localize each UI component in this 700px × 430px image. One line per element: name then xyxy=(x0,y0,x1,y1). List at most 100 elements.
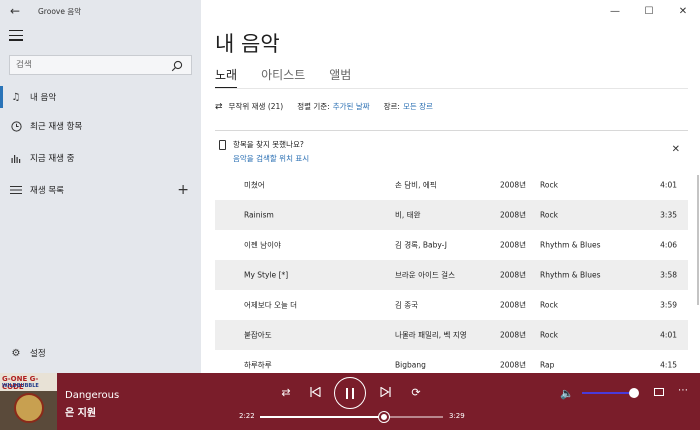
album-art[interactable]: G-ONE G-CODE WILDBUBBLE xyxy=(0,373,57,430)
total-time: 3:29 xyxy=(449,412,465,420)
song-title: My Style [*] xyxy=(244,270,289,280)
sidebar-item-label: 내 음악 xyxy=(30,93,57,103)
song-row[interactable]: My Style [*] 브라운 아이드 걸스 2008년 Rhythm & Blue… xyxy=(215,260,688,290)
song-artist: 브라운 아이드 걸스 xyxy=(395,270,455,280)
song-genre: Rhythm & Blues xyxy=(540,240,601,250)
song-genre: Rock xyxy=(540,300,558,310)
title-bar: ← Groove 음악 xyxy=(0,0,201,22)
song-artist: 김 종국 xyxy=(395,300,419,310)
filter-bar: ⇄ 무작위 재생 (21) 정렬 기준: 추가된 날짜 장르: 모든 장르 xyxy=(215,101,433,112)
gear-icon: ⚙ xyxy=(11,347,21,359)
song-row[interactable]: 미쳤어 손 담비, 에픽 2008년 Rock 4:01 xyxy=(215,170,688,200)
song-duration: 3:35 xyxy=(660,210,677,220)
song-title: 붙잡아도 xyxy=(244,330,272,340)
mini-player-icon[interactable] xyxy=(654,388,664,396)
page-title: 내 음악 xyxy=(215,32,280,56)
previous-button[interactable] xyxy=(304,381,326,403)
sidebar-item-label: 최근 재생 항목 xyxy=(30,122,83,132)
song-duration: 3:58 xyxy=(660,270,677,280)
repeat-button[interactable]: ⟳ xyxy=(405,381,427,403)
search-box[interactable] xyxy=(9,55,192,75)
back-button[interactable]: ← xyxy=(0,0,30,22)
song-year: 2008년 xyxy=(500,180,526,190)
volume-slider[interactable] xyxy=(582,388,639,398)
song-artist: 비, 태완 xyxy=(395,210,421,220)
shuffle-button[interactable]: ⇄ xyxy=(275,381,297,403)
now-playing-title[interactable]: Dangerous xyxy=(65,390,119,401)
scrollbar[interactable] xyxy=(697,175,699,305)
tab-albums[interactable]: 앨범 xyxy=(329,66,351,89)
volume-icon[interactable]: 🔈 xyxy=(560,387,574,400)
song-year: 2008년 xyxy=(500,360,526,370)
next-button[interactable] xyxy=(374,381,396,403)
volume-thumb[interactable] xyxy=(629,388,639,398)
notice-title: 항목을 찾지 못했나요? xyxy=(233,140,304,149)
close-button[interactable]: ✕ xyxy=(666,0,700,22)
sort-label: 정렬 기준: xyxy=(297,102,330,111)
song-duration: 4:15 xyxy=(660,360,677,370)
minimize-button[interactable]: — xyxy=(598,0,632,22)
seek-bar[interactable] xyxy=(260,412,443,422)
playlist-icon xyxy=(10,184,22,196)
song-genre: Rap xyxy=(540,360,555,370)
sort-dropdown[interactable]: 추가된 날짜 xyxy=(333,101,370,112)
settings-button[interactable]: ⚙ 설정 xyxy=(0,342,201,364)
song-duration: 4:01 xyxy=(660,330,677,340)
next-icon xyxy=(379,387,391,397)
song-genre: Rock xyxy=(540,180,558,190)
minimize-icon: — xyxy=(610,5,620,17)
sidebar-item-label: 재생 목록 xyxy=(30,186,64,196)
song-artist: 김 경록, Baby-J xyxy=(395,240,447,250)
song-year: 2008년 xyxy=(500,240,526,250)
tab-songs[interactable]: 노래 xyxy=(215,66,238,89)
song-title: Rainism xyxy=(244,210,274,220)
hamburger-menu-icon[interactable] xyxy=(9,30,23,42)
more-options-icon[interactable]: ⋯ xyxy=(678,385,689,396)
song-duration: 4:01 xyxy=(660,180,677,190)
search-icon[interactable] xyxy=(171,60,183,72)
settings-label: 설정 xyxy=(30,349,46,359)
song-row[interactable]: 이젠 남이야 김 경록, Baby-J 2008년 Rhythm & Blues 4:0… xyxy=(215,230,688,260)
genre-label: 장르: xyxy=(383,102,400,111)
search-input[interactable] xyxy=(16,60,166,70)
divider xyxy=(215,88,688,89)
shuffle-all-button[interactable]: 무작위 재생 (21) xyxy=(229,101,284,112)
sidebar-item-now-playing[interactable]: 지금 재생 중 xyxy=(0,142,201,174)
pause-button[interactable] xyxy=(334,377,366,409)
genre-dropdown[interactable]: 모든 장르 xyxy=(403,101,433,112)
window-controls: — ☐ ✕ xyxy=(598,0,700,22)
song-row[interactable]: 어제보다 오늘 더 김 종국 2008년 Rock 3:59 xyxy=(215,290,688,320)
song-year: 2008년 xyxy=(500,210,526,220)
maximize-button[interactable]: ☐ xyxy=(632,0,666,22)
pause-icon xyxy=(344,387,356,399)
song-row[interactable]: 붙잡아도 나몰라 패밀리, 벡 지영 2008년 Rock 4:01 xyxy=(215,320,688,350)
sidebar-item-my-music[interactable]: ♫ 내 음악 xyxy=(0,84,201,110)
maximize-icon: ☐ xyxy=(644,5,654,17)
notice-link[interactable]: 음악을 검색할 위치 표시 xyxy=(233,153,309,164)
close-icon: ✕ xyxy=(678,5,688,17)
song-duration: 3:59 xyxy=(660,300,677,310)
song-title: 이젠 남이야 xyxy=(244,240,281,250)
sidebar-item-playlists[interactable]: 재생 목록 + xyxy=(0,174,201,206)
song-genre: Rock xyxy=(540,210,558,220)
repeat-icon: ⟳ xyxy=(411,385,421,399)
sidebar-nav: ♫ 내 음악 최근 재생 항목 지금 재생 중 재생 목록 + xyxy=(0,84,201,206)
close-notice-icon[interactable]: ✕ xyxy=(672,144,680,155)
tab-bar: 노래 아티스트 앨범 xyxy=(215,66,375,89)
add-playlist-icon[interactable]: + xyxy=(177,182,189,198)
previous-icon xyxy=(309,387,321,397)
now-playing-artist[interactable]: 은 지원 xyxy=(65,404,96,419)
tab-artists[interactable]: 아티스트 xyxy=(261,66,305,89)
seek-thumb[interactable] xyxy=(379,412,390,422)
clock-icon xyxy=(10,120,22,132)
sidebar-item-recent[interactable]: 최근 재생 항목 xyxy=(0,110,201,142)
song-year: 2008년 xyxy=(500,300,526,310)
song-year: 2008년 xyxy=(500,270,526,280)
song-list: 미쳤어 손 담비, 에픽 2008년 Rock 4:01 Rainism 비, 태완 2008… xyxy=(215,170,688,380)
song-row[interactable]: Rainism 비, 태완 2008년 Rock 3:35 xyxy=(215,200,688,230)
sidebar-item-label: 지금 재생 중 xyxy=(30,154,75,164)
song-artist: Bigbang xyxy=(395,360,426,370)
shuffle-icon: ⇄ xyxy=(281,385,291,399)
sidebar: ← Groove 음악 ♫ 내 음악 최근 재생 항목 지금 재생 중 xyxy=(0,0,201,373)
song-title: 어제보다 오늘 더 xyxy=(244,300,298,310)
